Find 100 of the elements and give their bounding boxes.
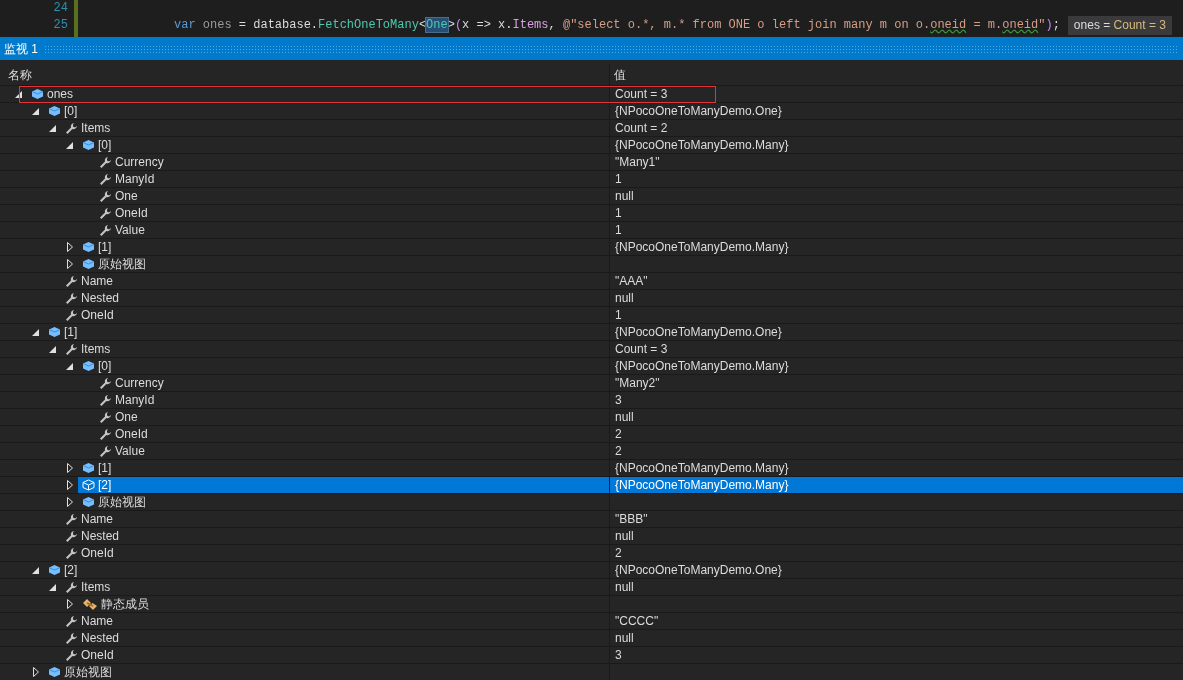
tree-row[interactable]: ManyId 1: [0, 171, 1183, 188]
value-text: 3: [614, 648, 622, 662]
variable-name[interactable]: Currency: [112, 375, 167, 391]
variable-name[interactable]: 原始视图: [95, 256, 149, 272]
variable-name[interactable]: [0]: [61, 103, 81, 119]
variable-name[interactable]: ones: [44, 86, 77, 102]
wrench-icon: [65, 614, 78, 628]
collapse-arrow-icon[interactable]: [49, 583, 56, 591]
wrench-icon: [99, 172, 112, 186]
value-text: {NPocoOneToManyDemo.One}: [614, 325, 782, 339]
tree-row[interactable]: OneId 1: [0, 205, 1183, 222]
tree-row[interactable]: 静态成员: [0, 596, 1183, 613]
tree-row[interactable]: [0] {NPocoOneToManyDemo.Many}: [0, 137, 1183, 154]
tree-row[interactable]: OneId 1: [0, 307, 1183, 324]
variable-name[interactable]: OneId: [78, 307, 117, 323]
tree-row[interactable]: Nested null: [0, 528, 1183, 545]
wrench-icon: [99, 444, 112, 458]
variable-name[interactable]: [1]: [95, 460, 115, 476]
tree-row[interactable]: Name "CCCC": [0, 613, 1183, 630]
tree-row[interactable]: One null: [0, 409, 1183, 426]
variable-name[interactable]: OneId: [112, 205, 151, 221]
variable-name[interactable]: Value: [112, 222, 148, 238]
tree-row[interactable]: [2] {NPocoOneToManyDemo.Many}: [0, 477, 1183, 494]
cube-icon: [48, 564, 61, 576]
variable-name[interactable]: [2]: [61, 562, 81, 578]
variable-name[interactable]: Name: [78, 511, 116, 527]
variable-name[interactable]: Items: [78, 341, 114, 357]
variable-name[interactable]: 静态成员: [98, 596, 152, 612]
variable-name[interactable]: One: [112, 188, 141, 204]
tree-row[interactable]: Currency "Many1": [0, 154, 1183, 171]
variable-name[interactable]: Items: [78, 120, 114, 136]
value-text: 2: [614, 444, 622, 458]
tree-row[interactable]: [0] {NPocoOneToManyDemo.One}: [0, 103, 1183, 120]
variable-name[interactable]: OneId: [78, 545, 117, 561]
variable-name[interactable]: [1]: [95, 239, 115, 255]
variable-name[interactable]: ManyId: [112, 392, 158, 408]
collapse-arrow-icon[interactable]: [32, 566, 39, 574]
variable-name[interactable]: Currency: [112, 154, 167, 170]
wrench-icon: [99, 223, 112, 237]
tree-row[interactable]: [1] {NPocoOneToManyDemo.One}: [0, 324, 1183, 341]
tree-row[interactable]: Value 2: [0, 443, 1183, 460]
collapse-arrow-icon[interactable]: [15, 90, 22, 98]
variable-name[interactable]: OneId: [112, 426, 151, 442]
tree-row[interactable]: OneId 3: [0, 647, 1183, 664]
tree-row[interactable]: 原始视图: [0, 256, 1183, 273]
tree-row[interactable]: Currency "Many2": [0, 375, 1183, 392]
tree-row[interactable]: 原始视图: [0, 664, 1183, 680]
tree-row[interactable]: Nested null: [0, 290, 1183, 307]
variable-name[interactable]: [2]: [95, 477, 115, 493]
collapse-arrow-icon[interactable]: [32, 107, 39, 115]
collapse-arrow-icon[interactable]: [66, 141, 73, 149]
variable-name[interactable]: ManyId: [112, 171, 158, 187]
value-text: {NPocoOneToManyDemo.Many}: [614, 138, 789, 152]
tree-row[interactable]: ManyId 3: [0, 392, 1183, 409]
variable-name[interactable]: [0]: [95, 137, 115, 153]
tree-row[interactable]: OneId 2: [0, 426, 1183, 443]
tree-row[interactable]: Name "AAA": [0, 273, 1183, 290]
column-header[interactable]: 值: [614, 65, 626, 84]
variable-name[interactable]: Items: [78, 579, 114, 595]
variable-name[interactable]: Nested: [78, 528, 123, 544]
variable-name[interactable]: One: [112, 409, 141, 425]
tree-row[interactable]: Items Count = 2: [0, 120, 1183, 137]
collapse-arrow-icon[interactable]: [32, 328, 39, 336]
tree-row[interactable]: Name "BBB": [0, 511, 1183, 528]
expand-arrow-icon[interactable]: [66, 259, 73, 269]
variable-name[interactable]: Name: [78, 273, 116, 289]
variable-name[interactable]: 原始视图: [95, 494, 149, 510]
tree-row[interactable]: One null: [0, 188, 1183, 205]
tree-row[interactable]: [2] {NPocoOneToManyDemo.One}: [0, 562, 1183, 579]
tree-row[interactable]: Value 1: [0, 222, 1183, 239]
expand-arrow-icon[interactable]: [66, 497, 73, 507]
expand-arrow-icon[interactable]: [32, 667, 39, 677]
expand-arrow-icon[interactable]: [66, 480, 73, 490]
tree-row[interactable]: OneId 2: [0, 545, 1183, 562]
expand-arrow-icon[interactable]: [66, 599, 73, 609]
tree-row[interactable]: [1] {NPocoOneToManyDemo.Many}: [0, 239, 1183, 256]
variable-name[interactable]: OneId: [78, 647, 117, 663]
variable-name[interactable]: [0]: [95, 358, 115, 374]
line-number: 25: [52, 17, 69, 34]
tree-row[interactable]: 原始视图: [0, 494, 1183, 511]
expand-arrow-icon[interactable]: [66, 242, 73, 252]
variable-name[interactable]: Value: [112, 443, 148, 459]
collapse-arrow-icon[interactable]: [66, 362, 73, 370]
variable-name[interactable]: 原始视图: [61, 664, 115, 680]
collapse-arrow-icon[interactable]: [49, 345, 56, 353]
cube-icon: [82, 479, 95, 491]
variable-name[interactable]: Nested: [78, 630, 123, 646]
variable-name[interactable]: Name: [78, 613, 116, 629]
variable-name[interactable]: Nested: [78, 290, 123, 306]
line-number: 24: [52, 0, 69, 17]
tree-row[interactable]: Items Count = 3: [0, 341, 1183, 358]
tree-row[interactable]: ones Count = 3: [0, 86, 1183, 103]
tree-row[interactable]: Items null: [0, 579, 1183, 596]
tree-row[interactable]: [0] {NPocoOneToManyDemo.Many}: [0, 358, 1183, 375]
expand-arrow-icon[interactable]: [66, 463, 73, 473]
value-text: Count = 3: [614, 342, 668, 356]
column-header[interactable]: 名称: [8, 65, 32, 84]
variable-name[interactable]: [1]: [61, 324, 81, 340]
collapse-arrow-icon[interactable]: [49, 124, 56, 132]
tree-row[interactable]: Nested null: [0, 630, 1183, 647]
